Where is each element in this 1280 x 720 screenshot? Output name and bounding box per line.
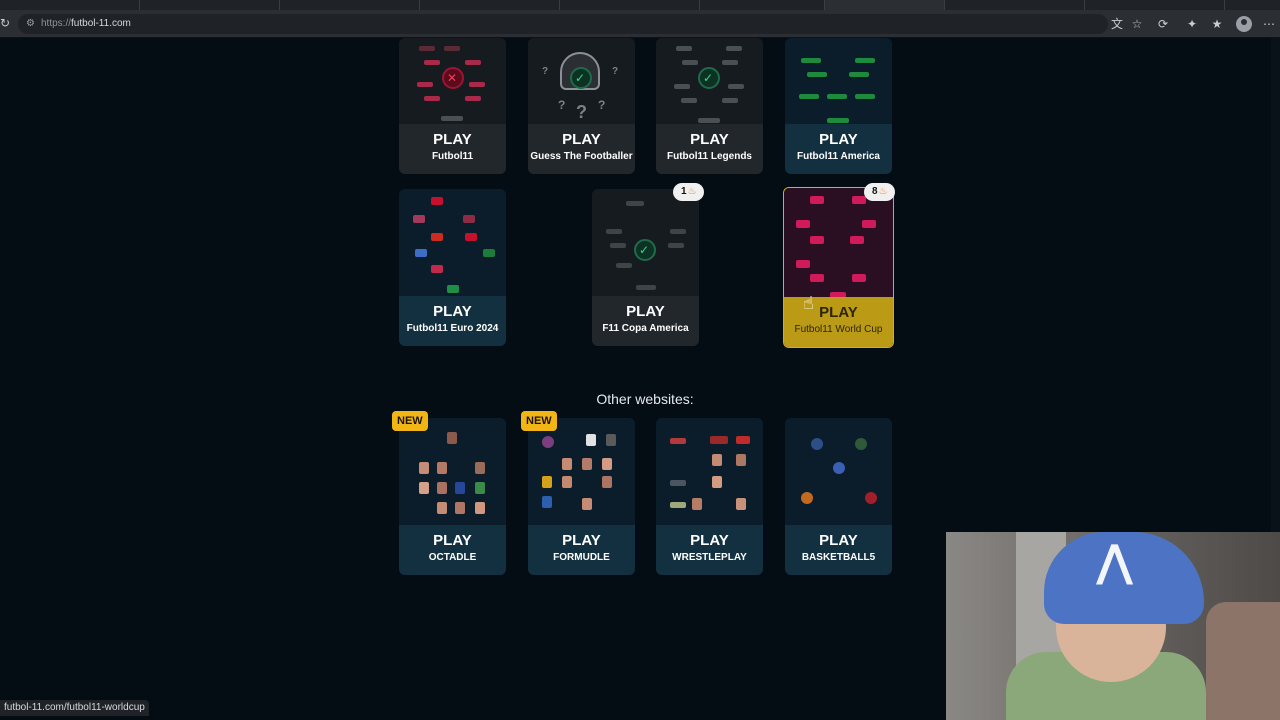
game-card-guess-the-footballer[interactable]: ? ? ? ? ? PLAY Guess The Footballer	[528, 38, 635, 174]
site-name: FORMUDLE	[553, 552, 610, 563]
streak-count: 8	[872, 186, 878, 197]
streak-badge: 1♨	[673, 183, 704, 201]
browser-tab[interactable]	[140, 0, 280, 10]
site-info-icon[interactable]: ⚙	[26, 18, 37, 29]
translate-icon[interactable]: 文	[1110, 17, 1124, 31]
card-footer: PLAY BASKETBALL5	[785, 525, 892, 575]
flame-icon: ♨	[687, 186, 697, 197]
new-badge: NEW	[521, 411, 557, 431]
new-badge: NEW	[392, 411, 428, 431]
webcam-couch	[1206, 602, 1280, 720]
game-name: F11 Copa America	[602, 323, 689, 334]
site-card-basketball5[interactable]: PLAY BASKETBALL5	[785, 418, 892, 575]
browser-tab-strip	[0, 0, 1280, 10]
card-footer: PLAY Futbol11 America	[785, 124, 892, 174]
card-footer: PLAY Guess The Footballer	[528, 124, 635, 174]
card-footer: PLAY Futbol11 Euro 2024	[399, 296, 506, 346]
completed-check-icon	[698, 67, 720, 89]
octadle-thumbnail	[399, 418, 506, 525]
lineup-thumbnail	[399, 189, 506, 296]
browser-tab-active[interactable]	[825, 0, 945, 10]
game-name: Futbol11 Legends	[666, 151, 752, 162]
cap-logo-icon: ⋀	[1096, 537, 1134, 586]
lineup-thumbnail	[784, 188, 893, 298]
browser-tab[interactable]	[1085, 0, 1225, 10]
card-footer: PLAY Futbol11 Legends	[656, 124, 763, 174]
reload-icon[interactable]: ↻	[0, 17, 12, 29]
basketball5-thumbnail	[785, 418, 892, 525]
browser-toolbar: ↻ ⚙ https://futbol-11.com 文 ☆ ⟳ ✦ ★ ⋯	[0, 10, 1280, 38]
profile-avatar-icon[interactable]	[1236, 16, 1252, 32]
silhouette-thumbnail: ? ? ? ? ?	[528, 38, 635, 124]
sync-icon[interactable]: ⟳	[1156, 17, 1170, 31]
play-label: PLAY	[433, 303, 472, 320]
play-label: PLAY	[819, 532, 858, 549]
other-websites-heading: Other websites:	[596, 391, 694, 407]
site-card-wrestleplay[interactable]: PLAY WRESTLEPLAY	[656, 418, 763, 575]
browser-tab[interactable]	[945, 0, 1085, 10]
lineup-thumbnail	[592, 189, 699, 296]
site-name: WRESTLEPLAY	[672, 552, 747, 563]
card-footer: PLAY Futbol11	[399, 124, 506, 174]
bookmark-star-icon[interactable]: ☆	[1130, 17, 1144, 31]
lineup-thumbnail	[785, 38, 892, 124]
failed-icon	[442, 67, 464, 89]
play-label: PLAY	[562, 131, 601, 148]
completed-check-icon	[634, 239, 656, 261]
completed-check-icon	[570, 67, 592, 89]
browser-tab[interactable]	[700, 0, 825, 10]
flame-icon: ♨	[878, 186, 888, 197]
favorites-icon[interactable]: ★	[1210, 17, 1224, 31]
game-name: Futbol11 America	[797, 151, 880, 162]
game-name: Futbol11	[431, 151, 474, 162]
streak-count: 1	[681, 186, 687, 197]
browser-tab[interactable]	[420, 0, 560, 10]
address-bar[interactable]: ⚙ https://futbol-11.com	[18, 14, 1108, 34]
browser-tab[interactable]	[560, 0, 700, 10]
extensions-icon[interactable]: ✦	[1185, 17, 1199, 31]
play-label: PLAY	[690, 131, 729, 148]
site-card-formudle[interactable]: PLAY FORMUDLE	[528, 418, 635, 575]
play-label: PLAY	[819, 304, 858, 321]
card-footer: PLAY Futbol11 World Cup	[784, 297, 893, 347]
play-label: PLAY	[562, 532, 601, 549]
play-label: PLAY	[433, 131, 472, 148]
game-name: Futbol11 World Cup	[794, 324, 883, 335]
play-label: PLAY	[433, 532, 472, 549]
site-card-octadle[interactable]: PLAY OCTADLE	[399, 418, 506, 575]
lineup-thumbnail	[656, 38, 763, 124]
game-name: Futbol11 Euro 2024	[406, 323, 499, 334]
play-label: PLAY	[690, 532, 729, 549]
site-name: BASKETBALL5	[801, 552, 876, 563]
wrestleplay-thumbnail	[656, 418, 763, 525]
game-card-futbol11[interactable]: PLAY Futbol11	[399, 38, 506, 174]
game-card-futbol11-euro-2024[interactable]: PLAY Futbol11 Euro 2024	[399, 189, 506, 346]
streak-badge: 8♨	[864, 183, 895, 201]
hand-cursor-icon: ☝	[803, 293, 814, 313]
webcam-overlay: ⋀	[946, 532, 1280, 720]
link-status-bar: futbol-11.com/futbol11-worldcup	[0, 700, 149, 716]
card-footer: PLAY F11 Copa America	[592, 296, 699, 346]
card-footer: PLAY OCTADLE	[399, 525, 506, 575]
card-footer: PLAY WRESTLEPLAY	[656, 525, 763, 575]
lineup-thumbnail	[399, 38, 506, 124]
site-name: OCTADLE	[428, 552, 477, 563]
game-card-futbol11-america[interactable]: PLAY Futbol11 America	[785, 38, 892, 174]
play-label: PLAY	[626, 303, 665, 320]
game-name: Guess The Footballer	[530, 151, 633, 162]
menu-dots-icon[interactable]: ⋯	[1262, 17, 1276, 31]
browser-tab[interactable]	[0, 0, 140, 10]
card-footer: PLAY FORMUDLE	[528, 525, 635, 575]
game-card-f11-copa-america[interactable]: PLAY F11 Copa America	[592, 189, 699, 346]
formudle-thumbnail	[528, 418, 635, 525]
browser-tab[interactable]	[280, 0, 420, 10]
game-card-futbol11-world-cup[interactable]: PLAY Futbol11 World Cup	[783, 187, 894, 348]
game-card-futbol11-legends[interactable]: PLAY Futbol11 Legends	[656, 38, 763, 174]
play-label: PLAY	[819, 131, 858, 148]
url-text[interactable]: https://futbol-11.com	[41, 17, 131, 31]
